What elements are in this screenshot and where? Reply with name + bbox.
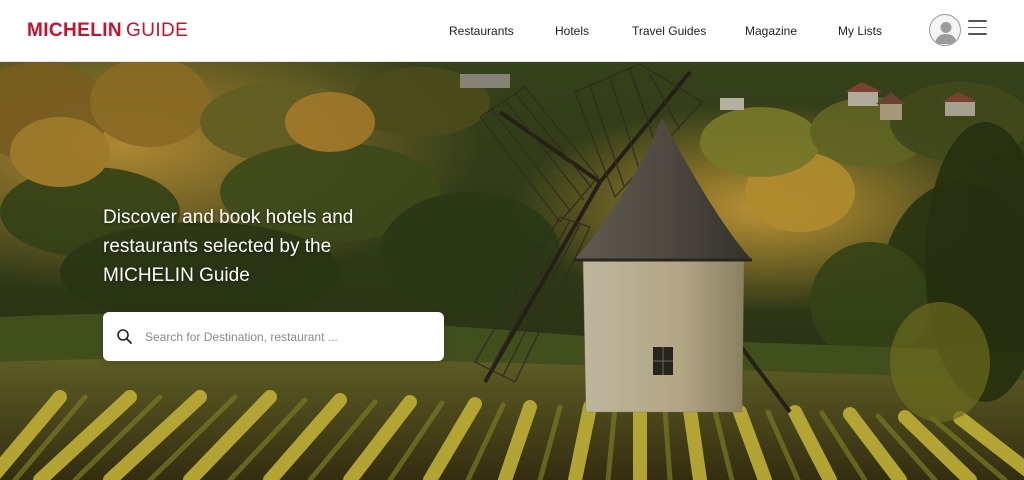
user-avatar-icon[interactable] bbox=[929, 14, 961, 46]
destination-search-box[interactable] bbox=[103, 312, 444, 361]
logo-suffix-text: GUIDE bbox=[126, 20, 189, 41]
michelin-guide-logo[interactable]: MICHELIN GUIDE bbox=[27, 20, 188, 42]
nav-hotels[interactable]: Hotels bbox=[555, 24, 589, 38]
top-navbar: MICHELIN GUIDE Restaurants Hotels Travel… bbox=[0, 0, 1024, 62]
nav-travel-guides[interactable]: Travel Guides bbox=[632, 24, 706, 38]
hero-headline: Discover and book hotels and restaurants… bbox=[103, 207, 354, 286]
hero-banner: Discover and book hotels and restaurants… bbox=[0, 62, 1024, 480]
nav-restaurants[interactable]: Restaurants bbox=[449, 24, 514, 38]
logo-brand-text: MICHELIN bbox=[27, 20, 123, 41]
search-icon bbox=[117, 329, 132, 344]
nav-my-lists[interactable]: My Lists bbox=[838, 24, 882, 38]
nav-magazine[interactable]: Magazine bbox=[745, 24, 797, 38]
search-input[interactable] bbox=[145, 324, 435, 349]
hamburger-menu-icon[interactable] bbox=[968, 20, 987, 38]
